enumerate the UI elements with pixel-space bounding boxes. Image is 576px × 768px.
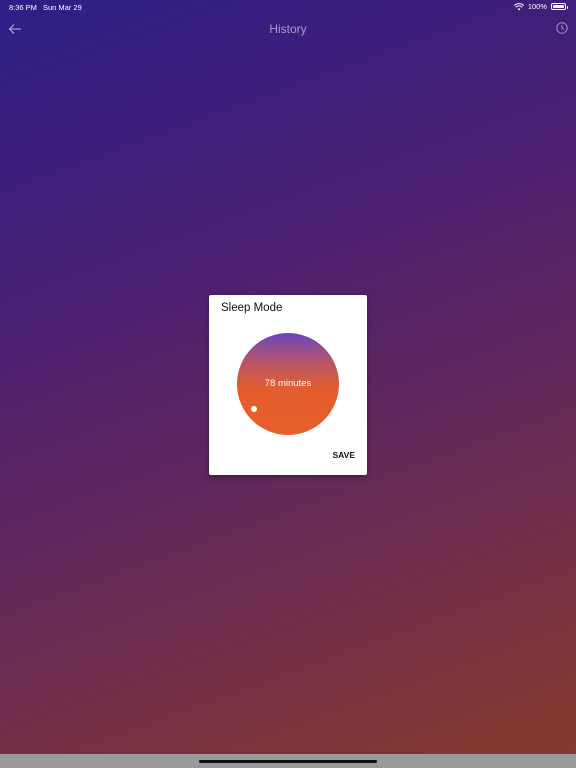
dialog-title: Sleep Mode <box>221 302 283 314</box>
status-right: 100% <box>513 2 568 11</box>
sleep-timer-dial[interactable]: 78 minutes <box>237 333 339 435</box>
dial-value: 78 minutes <box>264 378 312 389</box>
status-bar: 8:36 PM Sun Mar 29 100% <box>0 0 576 14</box>
timer-icon[interactable] <box>555 21 569 35</box>
status-date: Sun Mar 29 <box>43 3 82 12</box>
home-indicator <box>199 760 377 763</box>
wifi-icon <box>513 2 524 11</box>
save-button[interactable]: SAVE <box>332 450 355 460</box>
top-bar: History <box>0 16 576 44</box>
page-title: History <box>269 22 307 36</box>
bottom-strip <box>0 754 576 768</box>
sleep-mode-dialog: Sleep Mode 78 minutes SAVE <box>209 295 367 475</box>
status-time: 8:36 PM <box>9 3 37 12</box>
dial-knob[interactable] <box>251 406 257 412</box>
battery-percent: 100% <box>527 2 547 11</box>
battery-icon <box>551 3 568 10</box>
